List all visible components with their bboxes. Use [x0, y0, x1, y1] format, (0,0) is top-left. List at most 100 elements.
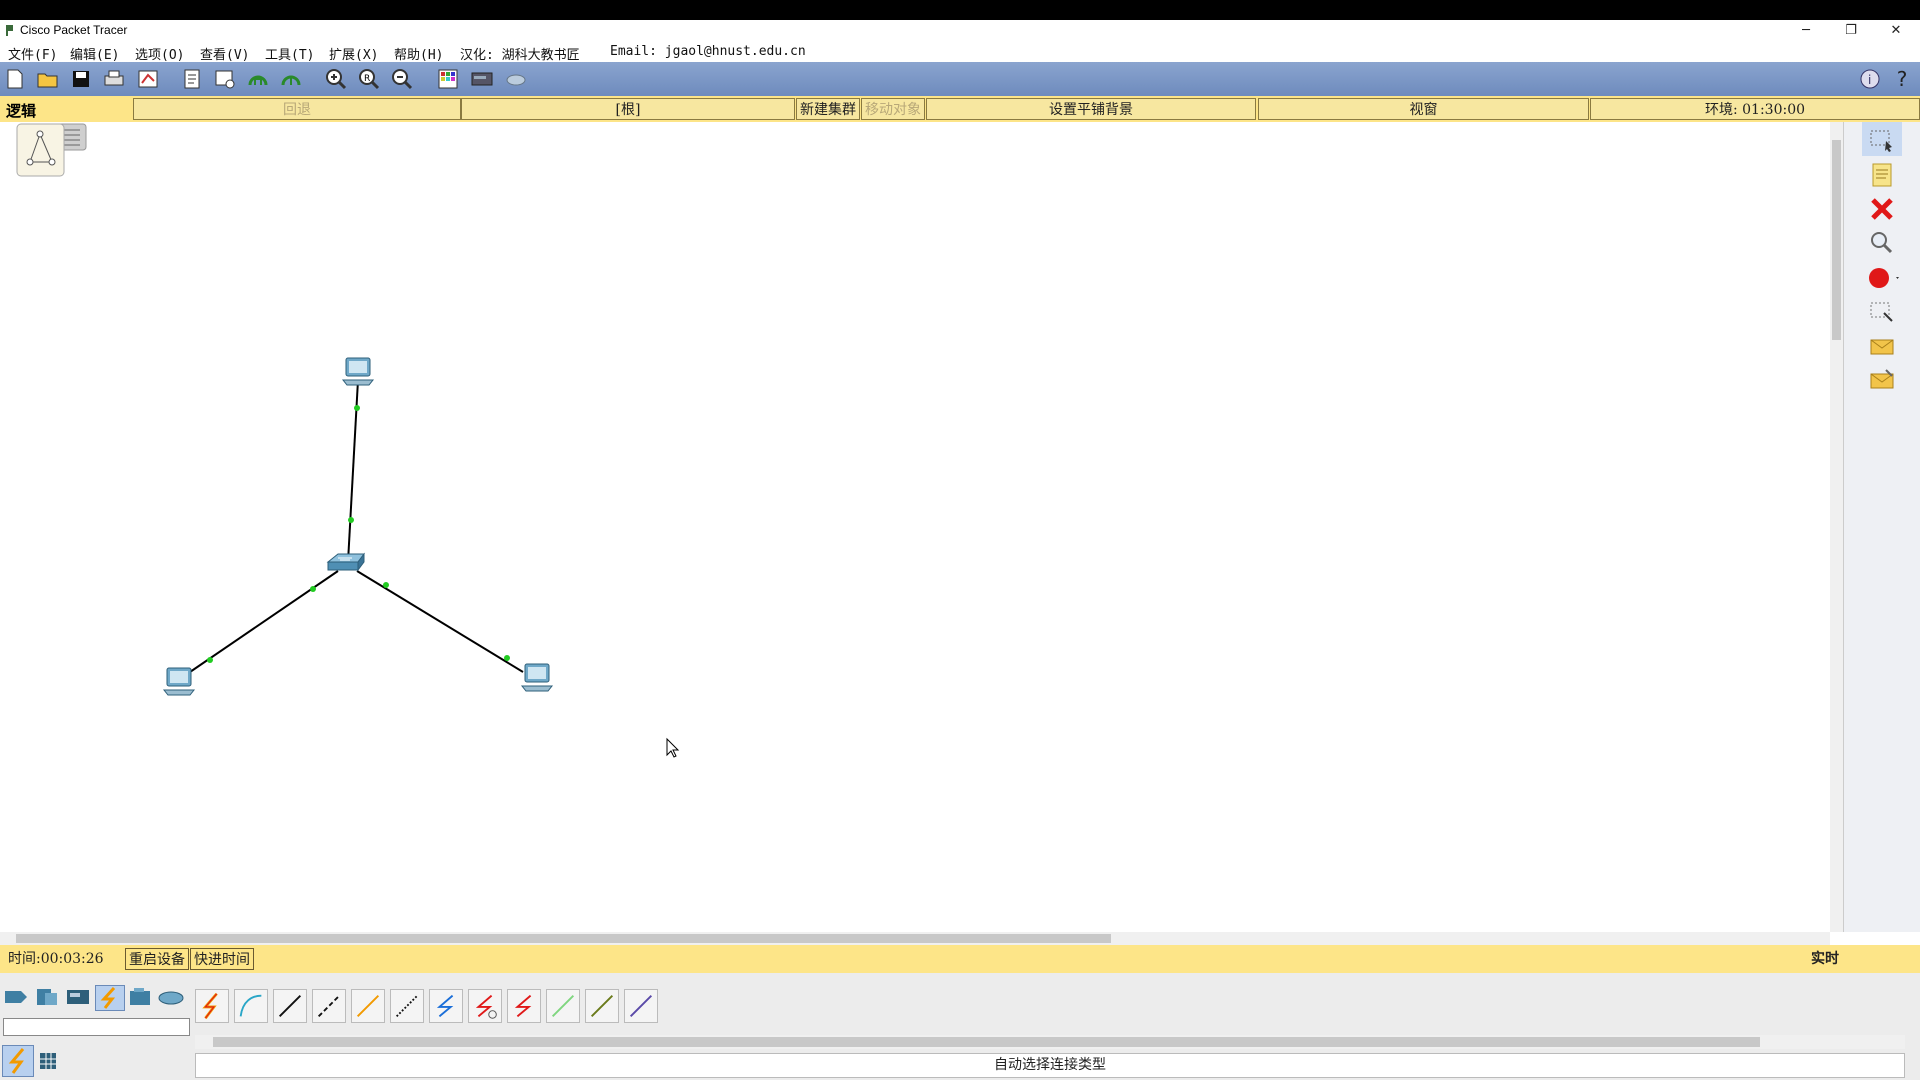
menu-view[interactable]: 查看(V) [200, 44, 249, 63]
fast-forward-time-button[interactable]: 快进时间 [190, 948, 254, 970]
coaxial-cable-icon[interactable] [429, 989, 463, 1023]
menu-bar: 文件(F) 编辑(E) 选项(O) 查看(V) 工具(T) 扩展(X) 帮助(H… [0, 42, 1920, 63]
open-folder-icon[interactable] [36, 67, 60, 91]
device-search-input[interactable] [3, 1018, 190, 1036]
inspect-tool-icon[interactable] [1862, 226, 1902, 260]
port-light [504, 655, 510, 661]
zoom-reset-icon[interactable]: R [357, 67, 381, 91]
pc-right[interactable] [520, 663, 554, 692]
pc-top[interactable] [341, 357, 375, 386]
menu-tools[interactable]: 工具(T) [265, 44, 314, 63]
topology-canvas[interactable] [0, 122, 1830, 932]
connection-hint-text: 自动选择连接类型 [195, 1053, 1905, 1078]
copper-cross-over-cable-icon[interactable] [312, 989, 346, 1023]
simulation-time: 时间:00:03:26 [8, 951, 104, 967]
back-button[interactable]: 回退 [133, 98, 461, 120]
usb-cable-icon[interactable] [624, 989, 658, 1023]
workspace-vertical-scrollbar[interactable] [1830, 122, 1843, 932]
resize-shape-tool-icon[interactable] [1862, 295, 1902, 329]
save-icon[interactable] [69, 67, 93, 91]
viewport-button[interactable]: 视窗 [1258, 98, 1589, 120]
zoom-out-icon[interactable] [390, 67, 414, 91]
svg-text:R: R [364, 74, 370, 84]
connections-category-icon[interactable] [95, 985, 125, 1011]
connections-subcategory-icon[interactable] [2, 1045, 34, 1077]
vertical-scroll-thumb[interactable] [1832, 140, 1841, 340]
menu-file[interactable]: 文件(F) [8, 44, 57, 63]
port-light [310, 586, 316, 592]
reboot-devices-button[interactable]: 重启设备 [125, 948, 189, 970]
environment-button[interactable]: 环境: 01:30:00 [1590, 98, 1920, 120]
new-file-icon[interactable] [3, 67, 27, 91]
add-simple-pdu-icon[interactable] [1862, 330, 1902, 364]
pc-left[interactable] [162, 667, 196, 696]
app-window: Cisco Packet Tracer ─ ❐ ✕ 文件(F) 编辑(E) 选项… [0, 20, 1920, 1080]
select-tool-icon[interactable] [1862, 122, 1902, 156]
port-light [354, 405, 360, 411]
zoom-in-icon[interactable] [324, 67, 348, 91]
menu-edit[interactable]: 编辑(E) [70, 44, 119, 63]
mouse-cursor [666, 737, 680, 758]
print-icon[interactable] [102, 67, 126, 91]
port-light [348, 517, 354, 523]
add-complex-pdu-icon[interactable] [1862, 364, 1902, 398]
help-button[interactable]: ? [1890, 67, 1914, 91]
minimize-button[interactable]: ─ [1786, 20, 1826, 42]
workspace-horizontal-scrollbar[interactable] [0, 932, 1830, 945]
link-switch-pc-left[interactable] [189, 570, 339, 673]
close-window-button[interactable]: ✕ [1876, 20, 1916, 42]
octal-cable-icon[interactable] [546, 989, 580, 1023]
switch[interactable] [326, 552, 365, 572]
menu-extensions[interactable]: 扩展(X) [329, 44, 378, 63]
custom-icon-1[interactable] [246, 67, 270, 91]
toolbar: R i ? [0, 62, 1920, 96]
network-devices-category-icon[interactable] [2, 985, 30, 1009]
serial-dce-cable-icon[interactable] [468, 989, 502, 1023]
common-tools-bar [1843, 122, 1920, 932]
info-icon[interactable]: i [1858, 67, 1882, 91]
network-links [189, 379, 524, 673]
pdu-icon[interactable] [213, 67, 237, 91]
set-tiled-background-button[interactable]: 设置平铺背景 [926, 98, 1256, 120]
auto-connection-cable-icon[interactable] [195, 989, 229, 1023]
cable-list-scroll-thumb[interactable] [213, 1037, 1760, 1047]
phone-cable-icon[interactable] [390, 989, 424, 1023]
multiuser-category-icon[interactable] [157, 985, 185, 1009]
device-template-icon[interactable] [470, 67, 494, 91]
delete-tool-icon[interactable] [1862, 192, 1902, 226]
menu-help[interactable]: 帮助(H) [394, 44, 443, 63]
misc-category-icon[interactable] [126, 985, 154, 1009]
move-object-button[interactable]: 移动对象 [861, 98, 925, 120]
port-status-lights [207, 405, 510, 663]
app-icon [6, 25, 13, 36]
serial-dte-cable-icon[interactable] [507, 989, 541, 1023]
grid-view-icon[interactable] [38, 1051, 58, 1071]
port-light [207, 657, 213, 663]
console-cable-icon[interactable] [234, 989, 268, 1023]
realtime-mode-label[interactable]: 实时 [1808, 948, 1868, 970]
fiber-cable-icon[interactable] [351, 989, 385, 1023]
cloud-icon[interactable] [504, 67, 528, 91]
horizontal-scroll-thumb[interactable] [16, 934, 1111, 943]
logical-workspace[interactable] [0, 122, 1902, 932]
palette-icon[interactable] [436, 67, 460, 91]
note-tool-icon[interactable] [1862, 158, 1902, 192]
cable-list-scrollbar[interactable] [195, 1035, 1905, 1049]
root-button[interactable]: [根] [461, 98, 795, 120]
menu-options[interactable]: 选项(O) [135, 44, 184, 63]
logical-mode-label[interactable]: 逻辑 [6, 100, 36, 121]
link-switch-pc-right[interactable] [356, 570, 524, 673]
restore-button[interactable]: ❐ [1831, 20, 1871, 42]
title-bar: Cisco Packet Tracer ─ ❐ ✕ [0, 20, 1920, 42]
info-glyph: i [1868, 73, 1871, 87]
inspect-icon[interactable] [180, 67, 204, 91]
components-category-icon[interactable] [64, 985, 92, 1009]
new-cluster-button[interactable]: 新建集群 [796, 98, 860, 120]
draw-shape-tool-icon[interactable] [1862, 261, 1902, 295]
end-devices-category-icon[interactable] [33, 985, 61, 1009]
activity-wizard-icon[interactable] [136, 67, 160, 91]
custom-icon-2[interactable] [279, 67, 303, 91]
copper-straight-through-cable-icon[interactable] [273, 989, 307, 1023]
simulation-status-bar: 时间:00:03:26 重启设备 快进时间 实时 [0, 945, 1920, 973]
iot-custom-cable-icon[interactable] [585, 989, 619, 1023]
